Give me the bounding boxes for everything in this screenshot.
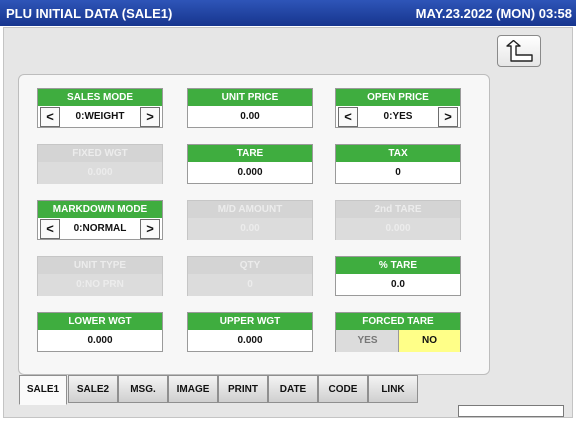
tab-sale1[interactable]: SALE1 (19, 375, 67, 405)
date-time: MAY.23.2022 (MON) 03:58 (415, 6, 572, 21)
markdown-mode-prev-button[interactable]: < (40, 219, 60, 239)
back-button[interactable] (497, 35, 541, 67)
title-bar: PLU INITIAL DATA (SALE1) MAY.23.2022 (MO… (0, 0, 576, 26)
markdown-mode-label: MARKDOWN MODE (38, 201, 162, 218)
tab-msg[interactable]: MSG. (118, 375, 168, 403)
unit-type-label: UNIT TYPE (38, 257, 162, 274)
pct-tare-value[interactable]: 0.0 (336, 274, 460, 296)
qty-field: QTY 0 (187, 256, 313, 296)
markdown-mode-value: 0:NORMAL (73, 223, 127, 234)
forced-tare-field: FORCED TARE YES NO (335, 312, 461, 352)
sales-mode-label: SALES MODE (38, 89, 162, 106)
tare-value[interactable]: 0.000 (188, 162, 312, 184)
forced-tare-yes-button[interactable]: YES (336, 330, 399, 352)
fixed-wgt-label: FIXED WGT (38, 145, 162, 162)
tab-print[interactable]: PRINT (218, 375, 268, 403)
md-amount-label: M/D AMOUNT (188, 201, 312, 218)
open-price-prev-button[interactable]: < (338, 107, 358, 127)
tare-label: TARE (188, 145, 312, 162)
open-price-label: OPEN PRICE (336, 89, 460, 106)
lower-wgt-value[interactable]: 0.000 (38, 330, 162, 352)
unit-price-field[interactable]: UNIT PRICE 0.00 (187, 88, 313, 128)
return-arrow-icon (506, 40, 533, 62)
forced-tare-label: FORCED TARE (336, 313, 460, 330)
unit-type-field: UNIT TYPE 0:NO PRN (37, 256, 163, 296)
tax-label: TAX (336, 145, 460, 162)
lower-wgt-label: LOWER WGT (38, 313, 162, 330)
unit-price-value[interactable]: 0.00 (188, 106, 312, 128)
sales-mode-prev-button[interactable]: < (40, 107, 60, 127)
status-box (458, 405, 564, 417)
fixed-wgt-field: FIXED WGT 0.000 (37, 144, 163, 184)
tab-sale2[interactable]: SALE2 (68, 375, 118, 403)
tab-code[interactable]: CODE (318, 375, 368, 403)
page-title: PLU INITIAL DATA (SALE1) (6, 6, 173, 21)
pct-tare-label: % TARE (336, 257, 460, 274)
qty-value: 0 (188, 274, 312, 296)
lower-wgt-field[interactable]: LOWER WGT 0.000 (37, 312, 163, 352)
pct-tare-field[interactable]: % TARE 0.0 (335, 256, 461, 296)
unit-type-value: 0:NO PRN (38, 274, 162, 296)
upper-wgt-label: UPPER WGT (188, 313, 312, 330)
sales-mode-next-button[interactable]: > (140, 107, 160, 127)
tab-link[interactable]: LINK (368, 375, 418, 403)
upper-wgt-value[interactable]: 0.000 (188, 330, 312, 352)
tare-field[interactable]: TARE 0.000 (187, 144, 313, 184)
second-tare-field: 2nd TARE 0.000 (335, 200, 461, 240)
qty-label: QTY (188, 257, 312, 274)
md-amount-value: 0.00 (188, 218, 312, 240)
tab-image[interactable]: IMAGE (168, 375, 218, 403)
unit-price-label: UNIT PRICE (188, 89, 312, 106)
sales-mode-value: 0:WEIGHT (75, 111, 125, 122)
settings-panel: SALES MODE < 0:WEIGHT > UNIT PRICE 0.00 … (18, 74, 490, 375)
markdown-mode-field: MARKDOWN MODE < 0:NORMAL > (37, 200, 163, 240)
tax-value[interactable]: 0 (336, 162, 460, 184)
open-price-field: OPEN PRICE < 0:YES > (335, 88, 461, 128)
sales-mode-field: SALES MODE < 0:WEIGHT > (37, 88, 163, 128)
second-tare-label: 2nd TARE (336, 201, 460, 218)
upper-wgt-field[interactable]: UPPER WGT 0.000 (187, 312, 313, 352)
fixed-wgt-value: 0.000 (38, 162, 162, 184)
second-tare-value: 0.000 (336, 218, 460, 240)
open-price-value: 0:YES (383, 111, 413, 122)
md-amount-field: M/D AMOUNT 0.00 (187, 200, 313, 240)
tax-field[interactable]: TAX 0 (335, 144, 461, 184)
markdown-mode-next-button[interactable]: > (140, 219, 160, 239)
tab-date[interactable]: DATE (268, 375, 318, 403)
forced-tare-no-button[interactable]: NO (398, 330, 460, 352)
open-price-next-button[interactable]: > (438, 107, 458, 127)
